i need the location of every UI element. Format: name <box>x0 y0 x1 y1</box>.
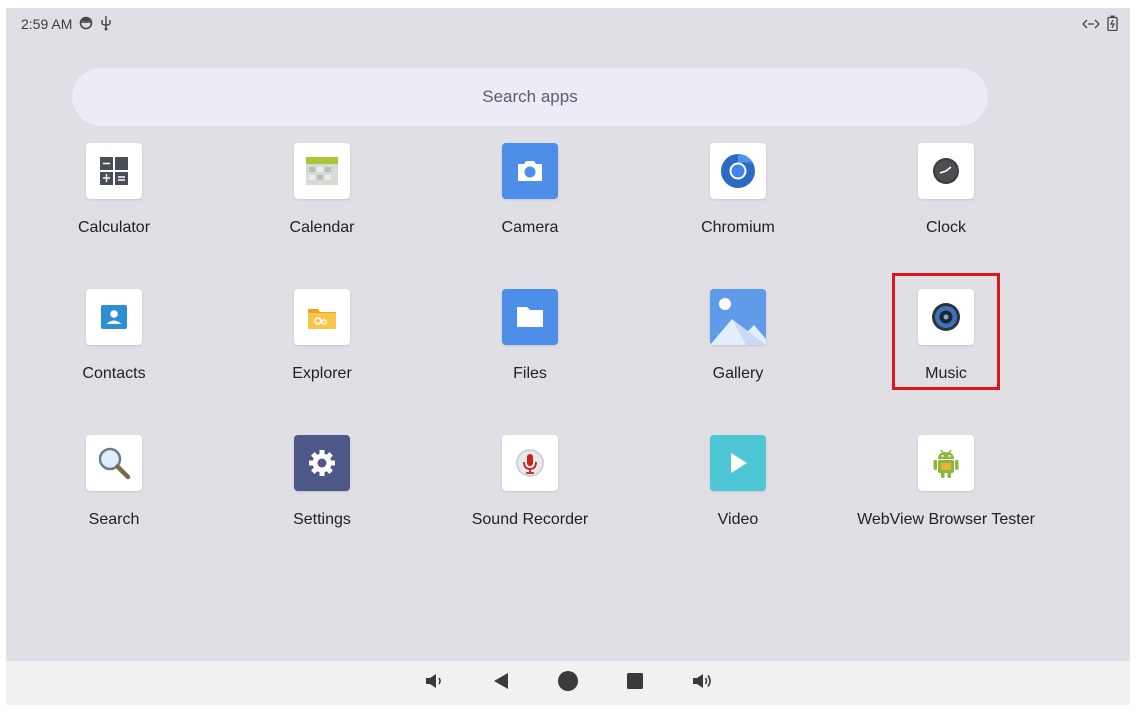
calendar-icon <box>294 143 350 199</box>
status-right <box>1082 15 1118 34</box>
usb-icon <box>100 15 112 34</box>
app-label: Video <box>717 511 759 528</box>
volume-up-icon <box>691 672 713 695</box>
app-label: Clock <box>925 219 966 236</box>
app-label: Chromium <box>701 219 775 236</box>
app-label: Calculator <box>77 219 151 236</box>
app-label: Contacts <box>82 365 146 382</box>
camera-icon <box>502 143 558 199</box>
android-icon <box>918 435 974 491</box>
app-label: Explorer <box>292 365 352 382</box>
volume-down-button[interactable] <box>401 661 468 705</box>
status-left: 2:59 AM <box>21 15 112 34</box>
app-label: WebView Browser Tester <box>857 511 1035 528</box>
app-webview-browser-tester[interactable]: WebView Browser Tester <box>842 434 1050 580</box>
app-label: Settings <box>293 511 351 528</box>
app-music[interactable]: Music <box>842 288 1050 434</box>
volume-down-icon <box>424 672 444 695</box>
chromium-icon <box>710 143 766 199</box>
clock-icon <box>918 143 974 199</box>
music-speaker-icon <box>918 289 974 345</box>
app-label: Search <box>88 511 140 528</box>
app-grid: Calculator Calendar Camera Chromium Cloc <box>6 142 1060 580</box>
app-camera[interactable]: Camera <box>426 142 634 288</box>
magnifier-icon <box>86 435 142 491</box>
app-chromium[interactable]: Chromium <box>634 142 842 288</box>
data-transfer-icon <box>1082 16 1100 32</box>
app-label: Files <box>513 365 547 382</box>
volume-up-button[interactable] <box>669 661 736 705</box>
search-apps-bar[interactable]: Search apps <box>72 68 988 126</box>
app-calculator[interactable]: Calculator <box>10 142 218 288</box>
sync-icon <box>79 16 93 33</box>
folder-icon <box>502 289 558 345</box>
recents-button[interactable] <box>602 661 669 705</box>
gallery-icon <box>710 289 766 345</box>
home-button[interactable] <box>535 661 602 705</box>
app-settings[interactable]: Settings <box>218 434 426 580</box>
app-calendar[interactable]: Calendar <box>218 142 426 288</box>
app-search[interactable]: Search <box>10 434 218 580</box>
navigation-bar <box>6 661 1130 705</box>
app-label: Calendar <box>289 219 355 236</box>
back-icon <box>492 672 510 695</box>
contacts-icon <box>86 289 142 345</box>
search-apps-placeholder: Search apps <box>482 87 578 106</box>
app-video[interactable]: Video <box>634 434 842 580</box>
app-label: Sound Recorder <box>471 511 589 528</box>
explorer-icon <box>294 289 350 345</box>
app-label: Music <box>925 365 967 382</box>
home-icon <box>557 670 579 697</box>
app-contacts[interactable]: Contacts <box>10 288 218 434</box>
battery-icon <box>1107 15 1118 34</box>
calculator-icon <box>86 143 142 199</box>
back-button[interactable] <box>468 661 535 705</box>
app-explorer[interactable]: Explorer <box>218 288 426 434</box>
home-screen: 2:59 AM Search apps Calculator Calendar … <box>6 8 1130 705</box>
app-files[interactable]: Files <box>426 288 634 434</box>
app-label: Gallery <box>712 365 764 382</box>
app-clock[interactable]: Clock <box>842 142 1050 288</box>
play-icon <box>710 435 766 491</box>
status-bar: 2:59 AM <box>6 8 1130 40</box>
app-label: Camera <box>501 219 559 236</box>
gear-icon <box>294 435 350 491</box>
microphone-icon <box>502 435 558 491</box>
app-sound-recorder[interactable]: Sound Recorder <box>426 434 634 580</box>
recents-icon <box>626 672 644 695</box>
status-time: 2:59 AM <box>21 16 73 32</box>
app-gallery[interactable]: Gallery <box>634 288 842 434</box>
